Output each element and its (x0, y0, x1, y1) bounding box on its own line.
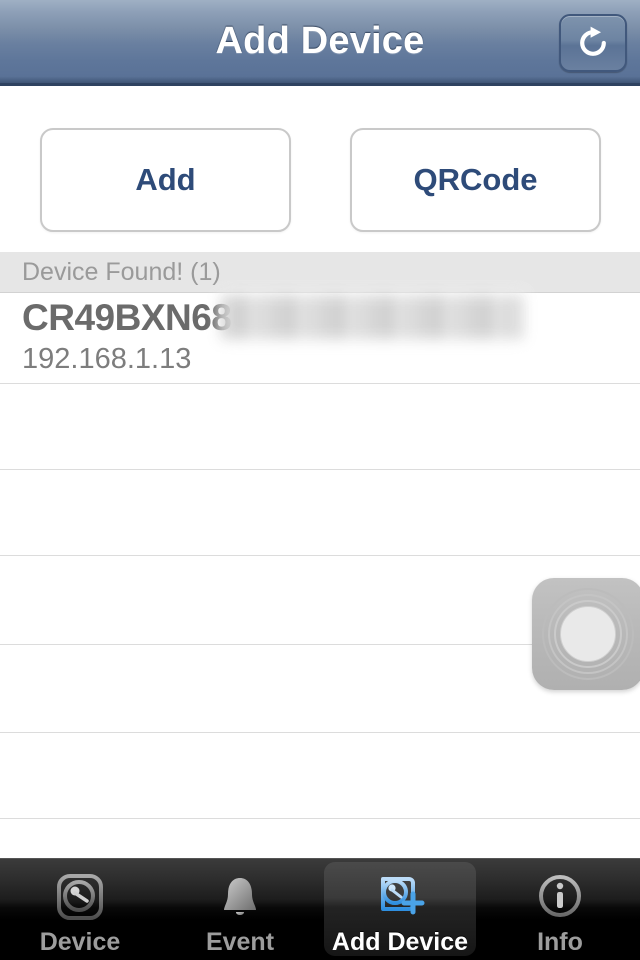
tab-event[interactable]: Event (160, 859, 320, 960)
tab-info[interactable]: Info (480, 859, 640, 960)
list-item[interactable] (0, 470, 640, 556)
tab-label: Device (39, 928, 121, 956)
camera-plus-icon (371, 868, 429, 926)
qrcode-button[interactable]: QRCode (350, 128, 601, 232)
device-list: Device Found! (1) CR49BXN68 192.168.1.13 (0, 252, 640, 858)
tab-label: Info (537, 928, 583, 956)
action-button-row: Add QRCode (0, 128, 640, 234)
list-item[interactable] (0, 819, 640, 858)
bell-icon (211, 868, 269, 926)
device-name-redaction-blur (222, 295, 522, 339)
tab-label: Event (205, 928, 275, 956)
camera-icon (51, 868, 109, 926)
table-row[interactable]: CR49BXN68 192.168.1.13 (0, 289, 640, 384)
scan-ring-core (560, 606, 616, 662)
device-ip-address: 192.168.1.13 (22, 343, 192, 375)
list-item[interactable] (0, 384, 640, 470)
section-header-label: Device Found! (1) (22, 257, 221, 286)
scan-rings-icon (532, 578, 640, 690)
tab-label: Add Device (331, 928, 469, 956)
device-name: CR49BXN68 (22, 297, 232, 338)
list-item[interactable] (0, 733, 640, 819)
app-screen: Add Device Add QRCode Device Found! (1) … (0, 0, 640, 960)
navigation-bar: Add Device (0, 0, 640, 86)
info-circle-icon (531, 868, 589, 926)
section-header-device-found: Device Found! (1) (0, 252, 640, 293)
page-title: Add Device (215, 20, 425, 62)
tab-bar: Device Event Add Device Info (0, 858, 640, 960)
refresh-icon (575, 25, 611, 61)
add-button[interactable]: Add (40, 128, 291, 232)
tab-device[interactable]: Device (0, 859, 160, 960)
tab-add-device[interactable]: Add Device (320, 859, 480, 960)
refresh-button[interactable] (559, 14, 627, 72)
